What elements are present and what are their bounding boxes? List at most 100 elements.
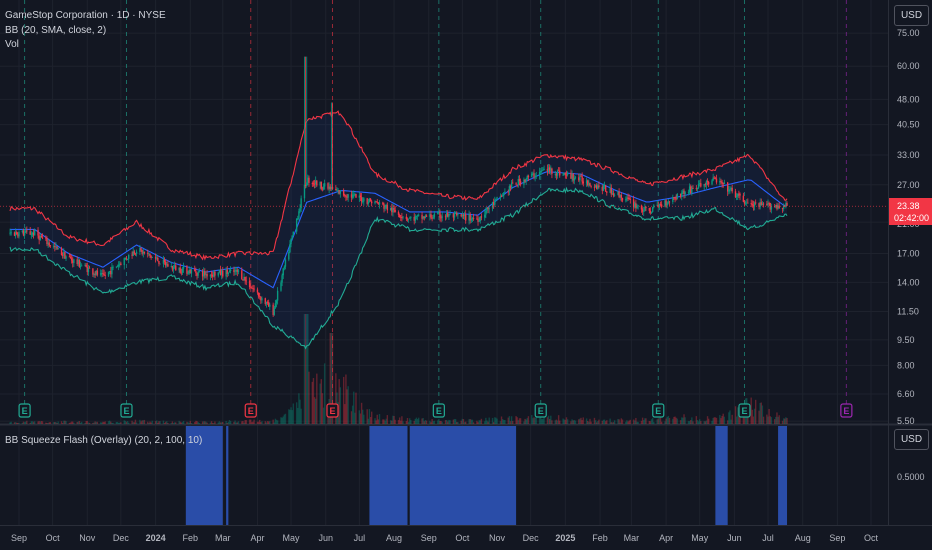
volume-bar — [237, 421, 240, 424]
candle-body — [538, 171, 541, 176]
volume-bar — [566, 419, 569, 424]
volume-bar — [104, 421, 106, 424]
candle-body — [433, 213, 436, 218]
squeeze-legend[interactable]: BB Squeeze Flash (Overlay) (20, 2, 100, … — [5, 434, 202, 447]
volume-bar — [465, 421, 467, 424]
volume-bar — [316, 373, 318, 424]
candle-body — [666, 202, 668, 206]
candle-body — [347, 194, 349, 198]
volume-bar — [778, 415, 780, 424]
candle-body — [573, 177, 576, 181]
candle-body — [516, 184, 518, 186]
candle-body — [128, 254, 130, 259]
candle-body — [574, 177, 577, 179]
candle-body — [283, 266, 286, 269]
candle-body — [676, 193, 679, 199]
candle-body — [186, 266, 188, 274]
volume-bar — [339, 387, 342, 424]
squeeze-bar — [226, 426, 229, 525]
candle-body — [167, 264, 169, 267]
candle-body — [80, 265, 83, 267]
candle-body — [465, 214, 467, 221]
candle-body — [721, 181, 723, 184]
volume-bar — [676, 418, 679, 424]
volume-bar — [57, 421, 59, 424]
candle-body — [382, 202, 384, 205]
candle-body — [359, 195, 362, 198]
candle-body — [636, 206, 638, 209]
earnings-marker[interactable]: E — [738, 403, 751, 418]
candle-body — [112, 266, 114, 268]
earnings-marker[interactable]: E — [120, 403, 133, 418]
earnings-marker[interactable]: E — [840, 403, 853, 418]
volume-bar — [715, 417, 718, 424]
candle-body — [527, 175, 530, 178]
candle-body — [133, 251, 136, 254]
candle-body — [525, 178, 527, 182]
time-tick-label: Oct — [864, 533, 879, 543]
earnings-marker[interactable]: E — [326, 403, 339, 418]
currency-button-squeeze[interactable]: USD — [894, 429, 929, 450]
candle-body — [407, 218, 410, 220]
candle-body — [237, 270, 240, 272]
candle-body — [57, 247, 59, 249]
candle-body — [711, 180, 713, 185]
volume-bar — [378, 414, 381, 424]
volume-bar — [637, 421, 639, 424]
earnings-letter: E — [248, 406, 254, 416]
volume-bar — [402, 421, 404, 424]
symbol-legend[interactable]: GameStop Corporation · 1D · NYSE — [5, 9, 166, 22]
candle-body — [345, 195, 347, 197]
earnings-marker[interactable]: E — [18, 403, 31, 418]
volume-bar — [692, 421, 694, 424]
candle-body — [117, 264, 120, 267]
volume-bar — [245, 420, 247, 424]
squeeze-tick-label: 0.5000 — [897, 472, 925, 482]
candle-body — [102, 273, 104, 274]
volume-bar — [143, 419, 146, 424]
candle-body — [441, 216, 443, 218]
candle-body — [65, 256, 67, 259]
candle-body — [651, 207, 654, 212]
currency-button-main[interactable]: USD — [894, 5, 929, 26]
candle-body — [370, 201, 373, 204]
candle-body — [140, 247, 142, 251]
volume-bar — [253, 419, 255, 424]
earnings-marker[interactable]: E — [244, 403, 257, 418]
earnings-marker[interactable]: E — [534, 403, 547, 418]
time-tick-label: Dec — [523, 533, 540, 543]
earnings-marker[interactable]: E — [652, 403, 665, 418]
earnings-letter: E — [22, 406, 28, 416]
volume-bar — [606, 420, 608, 424]
candle-body — [715, 178, 718, 183]
candle-body — [507, 191, 509, 193]
candle-body — [376, 201, 378, 203]
candle-body — [227, 272, 230, 274]
candle-body — [274, 303, 277, 308]
candle-body — [735, 196, 738, 198]
candle-body — [731, 187, 733, 192]
time-tick-label: Apr — [250, 533, 264, 543]
earnings-marker[interactable]: E — [432, 403, 445, 418]
volume-bar — [323, 363, 326, 424]
volume-bar — [457, 421, 459, 424]
candle-body — [564, 172, 567, 175]
earnings-letter: E — [843, 406, 849, 416]
volume-bar — [190, 422, 193, 424]
earnings-letter: E — [538, 406, 544, 416]
price-tick-label: 14.00 — [897, 277, 920, 287]
candle-body — [163, 259, 166, 262]
bollinger-legend[interactable]: BB (20, SMA, close, 2) — [5, 24, 106, 37]
volume-bar — [629, 419, 631, 424]
candle-body — [362, 201, 364, 203]
volume-bar — [128, 422, 130, 424]
volume-legend[interactable]: Vol — [5, 38, 19, 51]
candle-body — [104, 275, 106, 276]
volume-bar — [347, 386, 349, 424]
candle-body — [409, 217, 411, 219]
volume-bar — [151, 420, 153, 424]
candle-body — [159, 263, 161, 265]
volume-bar — [731, 414, 733, 424]
candle-body — [70, 258, 73, 261]
candle-body — [292, 231, 294, 236]
